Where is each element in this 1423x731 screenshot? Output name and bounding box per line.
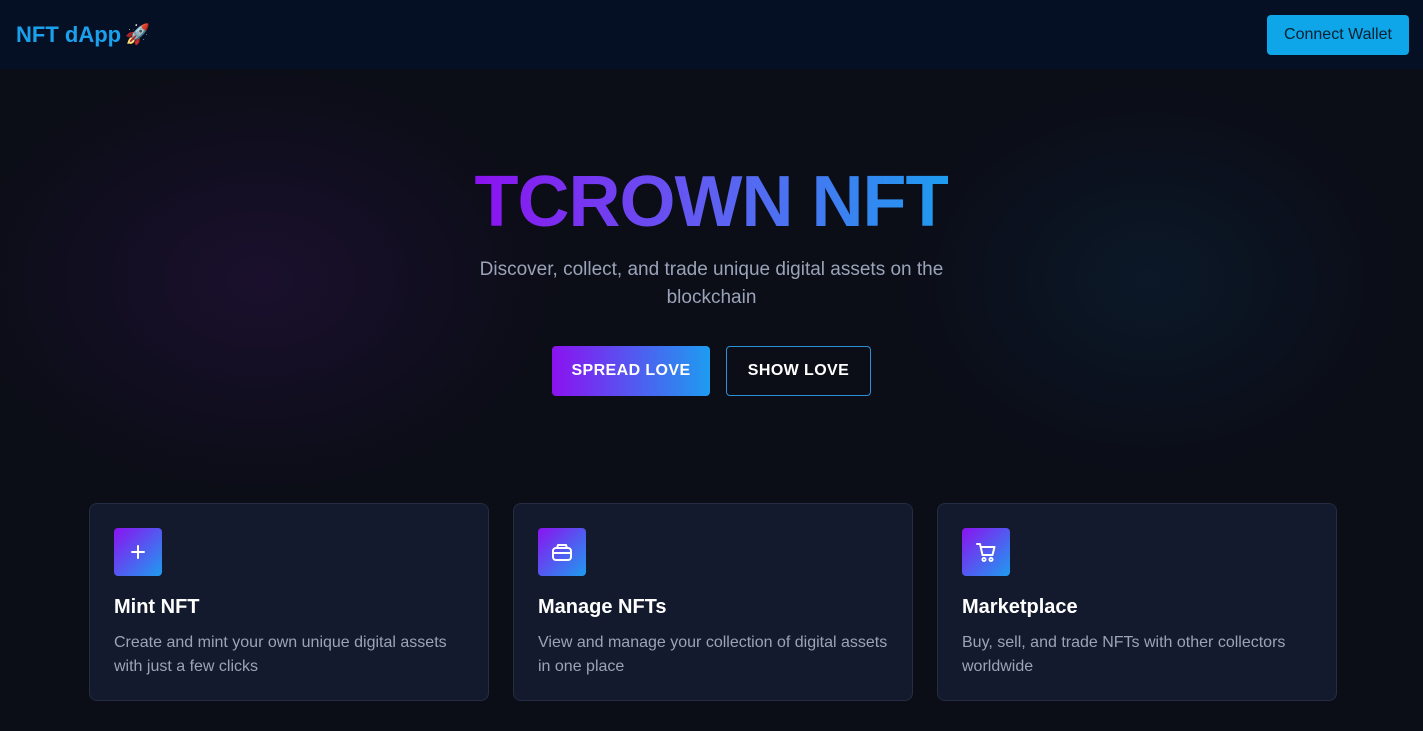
brand-logo[interactable]: NFT dApp 🚀 [16,22,150,48]
wallet-icon [538,528,586,576]
feature-card-marketplace[interactable]: Marketplace Buy, sell, and trade NFTs wi… [937,503,1337,701]
hero-actions: SPREAD LOVE SHOW LOVE [0,346,1423,396]
features-section: Mint NFT Create and mint your own unique… [89,503,1337,701]
spread-love-button[interactable]: SPREAD LOVE [552,346,710,396]
feature-card-manage[interactable]: Manage NFTs View and manage your collect… [513,503,913,701]
show-love-button[interactable]: SHOW LOVE [726,346,871,396]
feature-title: Manage NFTs [538,596,667,618]
feature-description: View and manage your collection of digit… [538,634,888,675]
feature-title: Marketplace [962,596,1078,618]
top-navbar: NFT dApp 🚀 Connect Wallet [0,0,1423,69]
feature-description: Buy, sell, and trade NFTs with other col… [962,634,1286,675]
hero-section: TCROWN NFT Discover, collect, and trade … [0,160,1423,396]
cart-icon [962,528,1010,576]
rocket-icon: 🚀 [125,24,150,46]
plus-icon [114,528,162,576]
feature-card-mint[interactable]: Mint NFT Create and mint your own unique… [89,503,489,701]
feature-description: Create and mint your own unique digital … [114,634,447,675]
hero-title: TCROWN NFT [474,162,950,242]
hero-subtitle: Discover, collect, and trade unique digi… [479,259,944,308]
connect-wallet-button[interactable]: Connect Wallet [1267,14,1409,55]
feature-title: Mint NFT [114,596,200,618]
brand-name: NFT dApp [16,21,122,47]
